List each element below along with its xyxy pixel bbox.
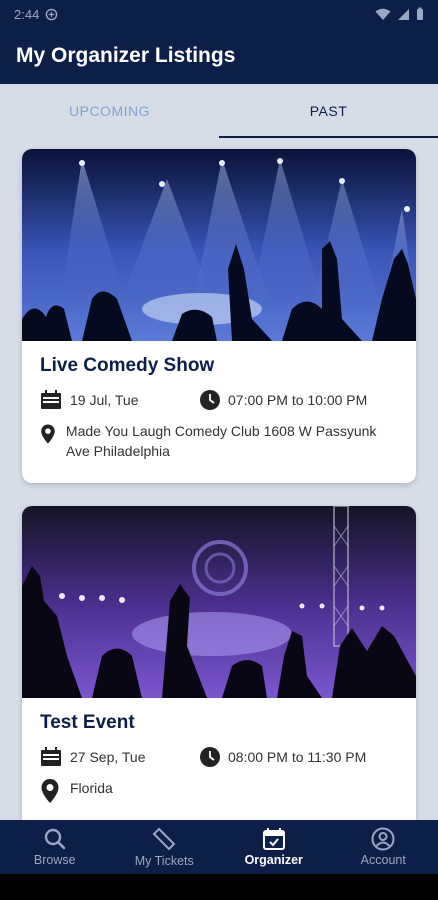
clock-icon [200,747,220,767]
ticket-icon [152,827,176,851]
nav-organizer[interactable]: Organizer [219,820,329,874]
event-date: 27 Sep, Tue [70,749,146,765]
nav-browse[interactable]: Browse [0,820,110,874]
event-location: Florida [70,780,113,796]
event-time: 07:00 PM to 10:00 PM [228,392,368,408]
signal-icon [398,8,409,20]
page-title: My Organizer Listings [16,44,236,67]
tab-upcoming[interactable]: UPCOMING [0,84,219,138]
event-image [22,149,416,341]
clock-icon [200,390,220,410]
system-navigation-bar [0,874,438,900]
event-card[interactable]: Live Comedy Show 19 Jul, Tue 07:00 PM to… [22,149,416,483]
location-pin-icon [41,779,59,803]
nav-my-tickets-label: My Tickets [134,854,194,868]
nav-browse-label: Browse [33,853,76,867]
nav-account[interactable]: Account [329,820,438,874]
event-title: Live Comedy Show [40,355,215,376]
event-time: 08:00 PM to 11:30 PM [228,749,367,765]
bottom-nav: Browse My Tickets Organizer Account [0,820,438,874]
account-icon [371,827,395,851]
tab-past[interactable]: PAST [219,84,438,138]
app-bar: My Organizer Listings [0,28,438,84]
status-bar: 2:44 [0,0,438,28]
event-image [22,506,416,698]
nav-my-tickets[interactable]: My Tickets [110,820,220,874]
status-time: 2:44 [14,6,40,22]
nav-organizer-label: Organizer [244,853,303,867]
tab-bar: UPCOMING PAST [0,84,438,138]
sync-icon [46,8,58,20]
location-pin-icon [41,424,55,444]
event-location: Made You Laugh Comedy Club 1608 W Passyu… [65,423,377,459]
calendar-check-icon [262,828,285,850]
nav-account-label: Account [360,853,406,867]
calendar-icon [41,747,61,766]
event-date: 19 Jul, Tue [70,392,139,408]
event-title: Test Event [40,712,135,733]
event-list[interactable]: Live Comedy Show 19 Jul, Tue 07:00 PM to… [0,138,438,820]
event-card[interactable]: Test Event 27 Sep, Tue 08:00 PM to 11:30… [22,506,416,820]
calendar-icon [41,390,61,409]
wifi-icon [375,8,391,20]
battery-icon [417,7,423,20]
search-icon [44,828,66,850]
